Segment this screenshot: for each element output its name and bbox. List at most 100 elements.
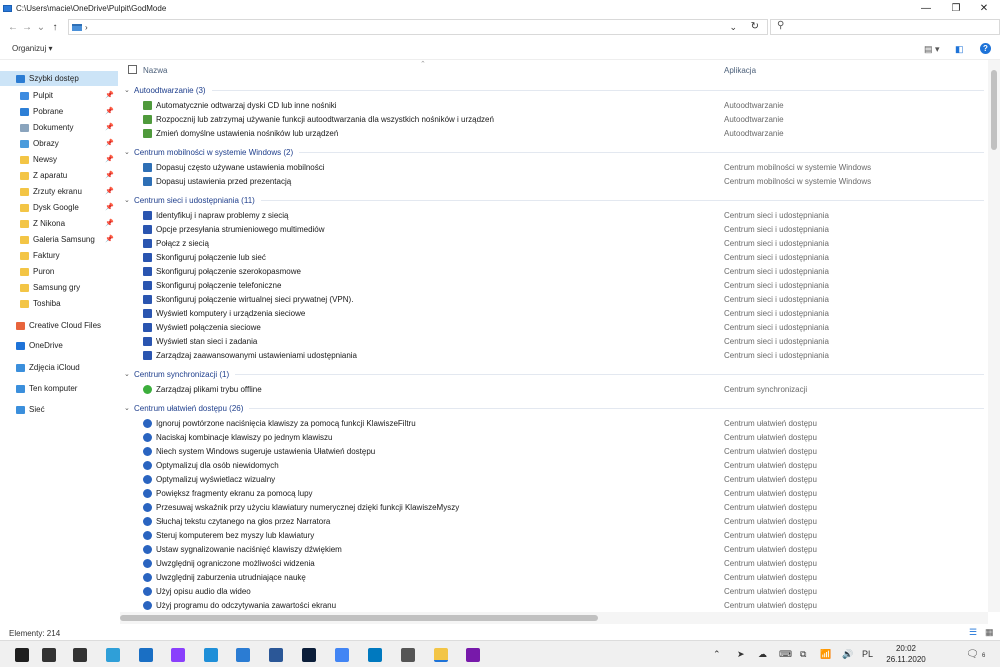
- sidebar-item[interactable]: Creative Cloud Files: [0, 318, 118, 333]
- list-item[interactable]: Uwzględnij zaburzenia utrudniające naukę…: [120, 571, 988, 585]
- notification-center-icon[interactable]: 🗨: [966, 649, 979, 660]
- sidebar-item[interactable]: Ten komputer: [0, 381, 118, 396]
- horizontal-scrollbar[interactable]: [120, 612, 988, 624]
- list-item[interactable]: Skonfiguruj połączenie lub sieć Centrum s…: [120, 251, 988, 265]
- list-item[interactable]: Użyj opisu audio dla wideo Centrum ułatwi…: [120, 585, 988, 599]
- sidebar-item[interactable]: Dokumenty 📌: [0, 120, 118, 135]
- windows-start-icon[interactable]: [15, 648, 29, 662]
- group-header[interactable]: ⌄ Centrum sieci i udostępniania (11): [120, 193, 988, 207]
- list-item[interactable]: Przesuwaj wskaźnik przy użyciu klawiatur…: [120, 501, 988, 515]
- show-hidden-icons-icon[interactable]: ⌃: [713, 649, 721, 660]
- sidebar-item[interactable]: Zdjęcia iCloud: [0, 360, 118, 375]
- group-header[interactable]: ⌄ Centrum mobilności w systemie Windows (…: [120, 145, 988, 159]
- sidebar-item[interactable]: Samsung gry: [0, 280, 118, 295]
- google-drive-icon[interactable]: [335, 648, 349, 662]
- sidebar-item[interactable]: Faktury: [0, 248, 118, 263]
- horizontal-scrollbar-thumb[interactable]: [120, 615, 598, 621]
- task-view-icon[interactable]: [73, 648, 87, 662]
- search-input[interactable]: ⚲: [770, 19, 1000, 35]
- file-explorer-icon[interactable]: [434, 648, 448, 662]
- wifi-icon[interactable]: 📶: [820, 649, 831, 660]
- sidebar-item[interactable]: OneDrive: [0, 338, 118, 353]
- sidebar-item[interactable]: Zrzuty ekranu 📌: [0, 184, 118, 199]
- list-item[interactable]: Skonfiguruj połączenie szerokopasmowe Cen…: [120, 265, 988, 279]
- onedrive-tray-icon[interactable]: ☁: [758, 649, 767, 660]
- clock[interactable]: 20:02 26.11.2020: [884, 643, 928, 665]
- sidebar-item[interactable]: Z Nikona 📌: [0, 216, 118, 231]
- address-dropdown-button[interactable]: ⌄: [729, 22, 737, 33]
- messenger-icon[interactable]: [171, 648, 185, 662]
- details-view-icon[interactable]: ☰: [969, 627, 977, 638]
- volume-icon[interactable]: 🔊: [842, 649, 853, 660]
- list-item[interactable]: Ignoruj powtórzone naciśnięcia klawiszy …: [120, 417, 988, 431]
- sidebar-item[interactable]: Dysk Google 📌: [0, 200, 118, 215]
- list-item[interactable]: Optymalizuj dla osób niewidomych Centrum …: [120, 459, 988, 473]
- list-item[interactable]: Opcje przesyłania strumieniowego multime…: [120, 223, 988, 237]
- change-view-icon[interactable]: ▤ ▾: [924, 44, 940, 55]
- list-item[interactable]: Słuchaj tekstu czytanego na głos przez N…: [120, 515, 988, 529]
- list-item[interactable]: Rozpocznij lub zatrzymaj używanie funkcj…: [120, 113, 988, 127]
- sidebar-item[interactable]: Szybki dostęp: [0, 71, 118, 86]
- sidebar-item[interactable]: Galeria Samsung 📌: [0, 232, 118, 247]
- list-item[interactable]: Skonfiguruj połączenie telefoniczne Centr…: [120, 279, 988, 293]
- list-item[interactable]: Powiększ fragmenty ekranu za pomocą lupy…: [120, 487, 988, 501]
- list-item[interactable]: Użyj programu do odczytywania zawartości…: [120, 599, 988, 612]
- location-icon[interactable]: ➤: [737, 649, 745, 660]
- display-icon[interactable]: ⧉: [800, 649, 806, 660]
- group-header[interactable]: ⌄ Autoodtwarzanie (3): [120, 83, 988, 97]
- maps-icon[interactable]: [204, 648, 218, 662]
- recent-locations-button[interactable]: ⌄: [34, 22, 48, 33]
- language-indicator[interactable]: PL: [862, 649, 873, 659]
- trello-icon[interactable]: [368, 648, 382, 662]
- organize-menu-button[interactable]: Organizuj ▾: [12, 44, 52, 53]
- list-item[interactable]: Wyświetl komputery i urządzenia sieciowe…: [120, 307, 988, 321]
- calculator-icon[interactable]: [401, 648, 415, 662]
- list-item[interactable]: Automatycznie odtwarzaj dyski CD lub inn…: [120, 99, 988, 113]
- list-item[interactable]: Naciskaj kombinacje klawiszy po jednym k…: [120, 431, 988, 445]
- list-item[interactable]: Dopasuj często używane ustawienia mobiln…: [120, 161, 988, 175]
- list-item[interactable]: Zarządzaj zaawansowanymi ustawieniami ud…: [120, 349, 988, 363]
- chevron-down-icon[interactable]: ⌄: [124, 404, 134, 412]
- word-icon[interactable]: [269, 648, 283, 662]
- sidebar-item[interactable]: Pulpit 📌: [0, 88, 118, 103]
- phone-icon[interactable]: [236, 648, 250, 662]
- vertical-scrollbar[interactable]: [988, 60, 1000, 612]
- chevron-down-icon[interactable]: ⌄: [124, 148, 134, 156]
- breadcrumb-chevron-icon[interactable]: ›: [85, 23, 88, 32]
- list-item[interactable]: Niech system Windows sugeruje ustawienia…: [120, 445, 988, 459]
- list-item[interactable]: Wyświetl połączenia sieciowe Centrum siec…: [120, 321, 988, 335]
- list-item[interactable]: Uwzględnij ograniczone możliwości widzen…: [120, 557, 988, 571]
- edge-icon[interactable]: [106, 648, 120, 662]
- minimize-button[interactable]: —: [910, 0, 942, 16]
- sidebar-item[interactable]: Toshiba: [0, 296, 118, 311]
- list-item[interactable]: Dopasuj ustawienia przed prezentacją Cent…: [120, 175, 988, 189]
- group-header[interactable]: ⌄ Centrum ułatwień dostępu (26): [120, 401, 988, 415]
- photoshop-icon[interactable]: [302, 648, 316, 662]
- chevron-down-icon[interactable]: ⌄: [124, 196, 134, 204]
- list-item[interactable]: Zmień domyślne ustawienia nośników lub u…: [120, 127, 988, 141]
- address-input[interactable]: › ⌄ ↻: [68, 19, 768, 35]
- sidebar-item[interactable]: Pobrane 📌: [0, 104, 118, 119]
- preview-pane-icon[interactable]: ◧: [955, 44, 964, 55]
- sidebar-item[interactable]: Sieć: [0, 402, 118, 417]
- list-item[interactable]: Identyfikuj i napraw problemy z siecią Ce…: [120, 209, 988, 223]
- list-item[interactable]: Steruj komputerem bez myszy lub klawiatu…: [120, 529, 988, 543]
- column-header-name[interactable]: Nazwa: [143, 66, 167, 75]
- sidebar-item[interactable]: Z aparatu 📌: [0, 168, 118, 183]
- list-item[interactable]: Ustaw sygnalizowanie naciśnięć klawiszy …: [120, 543, 988, 557]
- sidebar-item[interactable]: Obrazy 📌: [0, 136, 118, 151]
- back-button[interactable]: ←: [6, 22, 20, 33]
- refresh-button[interactable]: ↻: [751, 21, 759, 32]
- vertical-scrollbar-thumb[interactable]: [991, 70, 997, 150]
- keyboard-icon[interactable]: ⌨: [779, 649, 792, 660]
- chevron-down-icon[interactable]: ⌄: [124, 370, 134, 378]
- help-button[interactable]: ?: [980, 43, 991, 54]
- mail-icon[interactable]: [139, 648, 153, 662]
- up-button[interactable]: ↑: [48, 22, 62, 33]
- list-item[interactable]: Optymalizuj wyświetlacz wizualny Centrum …: [120, 473, 988, 487]
- onenote-icon[interactable]: [466, 648, 480, 662]
- group-header[interactable]: ⌄ Centrum synchronizacji (1): [120, 367, 988, 381]
- close-button[interactable]: ✕: [968, 0, 1000, 16]
- large-icons-view-icon[interactable]: ▦: [985, 627, 994, 638]
- column-header-application[interactable]: Aplikacja: [724, 66, 756, 75]
